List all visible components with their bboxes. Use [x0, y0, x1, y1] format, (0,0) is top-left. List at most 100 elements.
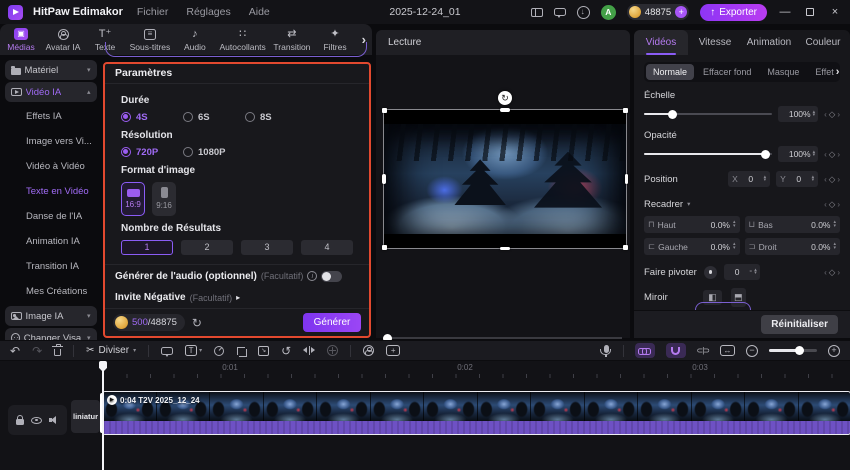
position-y-box[interactable]: Y0▴▾ — [776, 171, 818, 187]
tab-avatar-ia[interactable]: Avatar IA — [46, 28, 81, 52]
resize-handle-sw[interactable] — [382, 245, 387, 250]
user-avatar[interactable]: A — [601, 5, 616, 20]
subtab-normale[interactable]: Normale — [646, 64, 694, 80]
text-tool-button[interactable]: T▾ — [185, 345, 202, 356]
subtabs-more-chevron[interactable]: › — [836, 66, 840, 78]
lock-track-icon[interactable] — [16, 419, 24, 425]
zoom-tool-icon[interactable]: + — [386, 345, 400, 356]
preview-seekbar[interactable] — [384, 337, 622, 339]
toggle-visibility-icon[interactable] — [31, 417, 42, 424]
maximize-button[interactable] — [803, 5, 817, 19]
subtab-effet[interactable]: Effet — [808, 64, 833, 80]
sidebar-item-image-vers-video[interactable]: Image vers Vi... — [0, 129, 101, 154]
position-x-box[interactable]: X0▴▾ — [728, 171, 770, 187]
preview-stage[interactable]: ↻ 00:00:00 / 00:07:00 — [376, 55, 630, 338]
subtitle-tool-icon[interactable] — [161, 347, 173, 355]
resize-handle-nw[interactable] — [382, 108, 387, 113]
menu-aide[interactable]: Aide — [245, 6, 274, 18]
resize-tool-icon[interactable]: ↘ — [258, 346, 269, 356]
radio-4s[interactable]: 4S — [121, 112, 183, 123]
sidebar-group-materiel[interactable]: Matériel ▾ — [5, 60, 97, 80]
radio-720p[interactable]: 720P — [121, 147, 183, 158]
link-clips-button[interactable] — [635, 343, 655, 358]
sidebar-group-video-ia[interactable]: Vidéo IA ▴ — [5, 82, 97, 102]
tab-vitesse[interactable]: Vitesse — [688, 30, 742, 55]
scale-slider[interactable] — [644, 113, 772, 116]
crop-left-field[interactable]: ⊏Gauche0.0%▴▾ — [644, 238, 740, 255]
microphone-icon[interactable] — [604, 345, 609, 353]
aspect-16-9-button[interactable]: 16:9 — [121, 182, 145, 216]
speed-tool-icon[interactable] — [214, 346, 224, 356]
expand-arrow-icon[interactable]: ▸ — [236, 293, 240, 302]
tracking-tool-icon[interactable] — [327, 345, 338, 356]
menu-reglages[interactable]: Réglages — [182, 6, 234, 18]
resize-handle-ne[interactable] — [623, 108, 628, 113]
playhead-line[interactable] — [102, 369, 104, 470]
crop-label[interactable]: Recadrer — [644, 199, 683, 210]
results-3-button[interactable]: 3 — [241, 240, 293, 255]
split-button[interactable]: ✂ Diviser ▾ — [86, 345, 136, 356]
resize-handle-n[interactable] — [500, 108, 510, 112]
opacity-keyframe-controls[interactable]: ‹◇› — [824, 149, 840, 160]
crop-bottom-field[interactable]: ⊔Bas0.0%▴▾ — [745, 216, 841, 233]
sidebar-item-danse-ia[interactable]: Danse de l'IA — [0, 204, 101, 229]
scale-value-box[interactable]: 100%▴▾ — [778, 106, 818, 122]
resize-handle-e[interactable] — [625, 174, 629, 184]
close-button[interactable]: × — [828, 5, 842, 19]
audio-toggle[interactable] — [321, 271, 342, 282]
refresh-icon[interactable]: ↻ — [192, 316, 202, 330]
crop-right-field[interactable]: ⊐Droit0.0%▴▾ — [745, 238, 841, 255]
fit-timeline-icon[interactable]: ↔ — [720, 345, 735, 356]
track-tag[interactable]: liniatur — [71, 400, 100, 433]
mute-track-icon[interactable] — [49, 415, 59, 425]
rotate-dial[interactable] — [704, 266, 717, 279]
radio-6s[interactable]: 6S — [183, 112, 245, 123]
sidebar-item-texte-en-video[interactable]: Texte en Vidéo — [0, 179, 101, 204]
rotate-value-box[interactable]: 0°▴▾ — [724, 264, 760, 280]
sidebar-item-effets-ia[interactable]: Effets IA — [0, 104, 101, 129]
magnet-snap-button[interactable] — [666, 343, 686, 358]
info-icon[interactable]: i — [307, 271, 317, 281]
results-2-button[interactable]: 2 — [181, 240, 233, 255]
video-clip[interactable]: ▶ 0:04 T2V 2025_12_24 — [103, 392, 850, 434]
position-keyframe-controls[interactable]: ‹◇› — [824, 174, 840, 185]
mirror-clip-icon[interactable]: ⊂|⊃ — [697, 347, 709, 355]
zoom-out-button[interactable]: − — [746, 345, 758, 357]
sidebar-item-mes-creations[interactable]: Mes Créations — [0, 279, 101, 304]
results-4-button[interactable]: 4 — [301, 240, 353, 255]
prompt-input-partial[interactable] — [105, 42, 367, 57]
opacity-slider[interactable] — [644, 153, 772, 156]
credits-pill[interactable]: 48875 + — [627, 4, 689, 20]
timeline-ruler[interactable]: 0:01 0:02 0:03 — [103, 361, 850, 378]
sidebar-item-video-a-video[interactable]: Vidéo à Vidéo — [0, 154, 101, 179]
video-selection-box[interactable] — [384, 110, 626, 248]
layout-panels-icon[interactable] — [531, 8, 543, 17]
reset-button[interactable]: Réinitialiser — [761, 315, 838, 334]
delete-icon[interactable] — [54, 349, 61, 356]
crop-keyframe-controls[interactable]: ‹◇› — [824, 199, 840, 210]
face-tool-icon[interactable] — [363, 345, 374, 356]
redo-button[interactable]: ↷ — [32, 345, 42, 357]
sidebar-item-transition-ia[interactable]: Transition IA — [0, 254, 101, 279]
sidebar-item-animation-ia[interactable]: Animation IA — [0, 229, 101, 254]
undo-button[interactable]: ↶ — [10, 345, 20, 357]
minimize-button[interactable]: — — [778, 5, 792, 19]
resize-handle-s[interactable] — [500, 247, 510, 251]
tab-videos[interactable]: Vidéos — [634, 30, 688, 55]
download-icon[interactable] — [577, 6, 590, 19]
add-credits-button[interactable]: + — [675, 6, 687, 18]
menu-fichier[interactable]: Fichier — [133, 6, 173, 18]
export-button[interactable]: ↑ Exporter — [700, 4, 767, 21]
tab-animation[interactable]: Animation — [742, 30, 796, 55]
resize-handle-se[interactable] — [623, 245, 628, 250]
aspect-9-16-button[interactable]: 9:16 — [152, 182, 176, 216]
timeline-zoom-slider[interactable] — [769, 349, 817, 352]
radio-8s[interactable]: 8S — [245, 112, 307, 123]
crop-tool-icon[interactable] — [236, 346, 246, 356]
zoom-in-button[interactable]: + — [828, 345, 840, 357]
tab-medias[interactable]: ▣ Médias — [4, 28, 38, 52]
subtab-effacer-fond[interactable]: Effacer fond — [696, 64, 758, 80]
opacity-value-box[interactable]: 100%▴▾ — [778, 146, 818, 162]
history-tool-icon[interactable]: ↺ — [281, 345, 291, 357]
crop-top-field[interactable]: ⊓Haut0.0%▴▾ — [644, 216, 740, 233]
